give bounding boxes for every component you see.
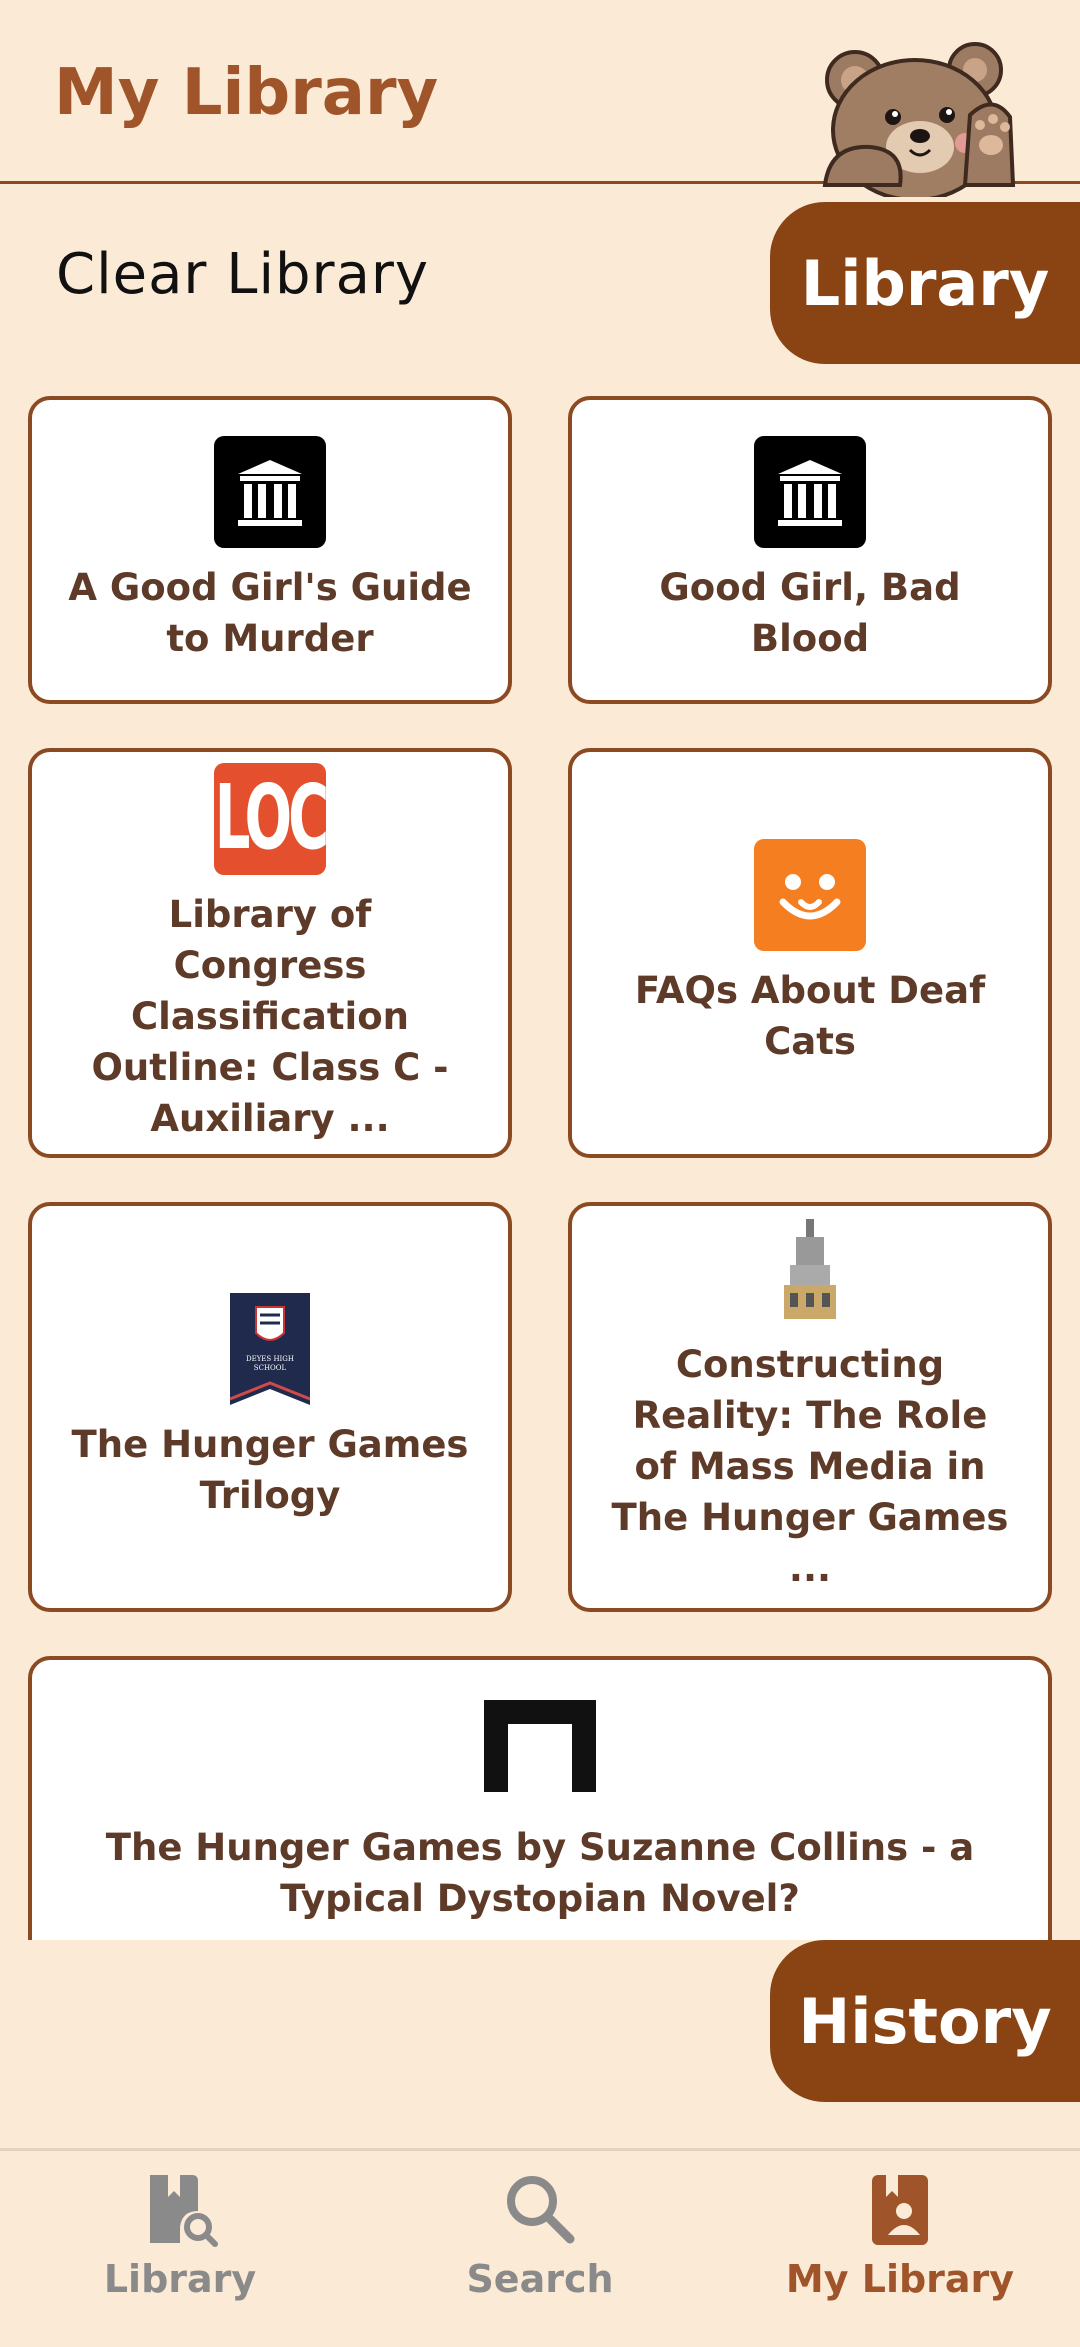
clear-library-button[interactable]: Clear Library — [56, 242, 429, 307]
bear-mascot-icon — [822, 42, 1016, 197]
search-icon — [507, 2176, 575, 2244]
arch-icon — [484, 1700, 596, 1792]
nav-search[interactable]: Search — [390, 2171, 690, 2341]
library-grid: A Good Girl's Guide to Murder Good Girl,… — [0, 384, 1080, 1940]
library-button[interactable]: Library — [770, 202, 1080, 364]
book-card[interactable]: Good Girl, Bad Blood — [568, 396, 1052, 704]
school-banner-icon: DEYES HIGH SCHOOL — [229, 1293, 311, 1405]
book-card[interactable]: LOC Library of Congress Classification O… — [28, 748, 512, 1158]
museum-icon — [754, 436, 866, 548]
book-title: The Hunger Games by Suzanne Collins - a … — [105, 1826, 975, 1920]
bottom-navigation: Library Search My Library — [0, 2148, 1080, 2347]
library-search-icon — [150, 2175, 218, 2247]
page-title: My Library — [54, 56, 439, 130]
nav-label: Library — [103, 2257, 257, 2301]
nav-my-library[interactable]: My Library — [750, 2171, 1050, 2341]
book-title: Constructing Reality: The Role of Mass M… — [611, 1342, 1009, 1590]
book-title: A Good Girl's Guide to Murder — [68, 566, 472, 660]
book-title: FAQs About Deaf Cats — [634, 969, 986, 1063]
pet-face-icon — [754, 839, 866, 951]
nav-label: My Library — [785, 2257, 1015, 2301]
book-title: Library of Congress Classification Outli… — [91, 892, 449, 1140]
my-library-icon — [872, 2175, 928, 2245]
nav-label: Search — [466, 2257, 614, 2301]
book-title: Good Girl, Bad Blood — [659, 566, 961, 660]
book-card[interactable]: The Hunger Games by Suzanne Collins - a … — [28, 1656, 1052, 1940]
nav-library[interactable]: Library — [30, 2171, 330, 2341]
book-card[interactable]: A Good Girl's Guide to Murder — [28, 396, 512, 704]
loc-logo-icon: LOC — [214, 762, 326, 875]
book-title: The Hunger Games Trilogy — [71, 1423, 469, 1517]
museum-icon — [214, 436, 326, 548]
book-card[interactable]: FAQs About Deaf Cats — [568, 748, 1052, 1158]
book-card[interactable]: DEYES HIGH SCHOOL The Hunger Games Trilo… — [28, 1202, 512, 1612]
history-button[interactable]: History — [770, 1940, 1080, 2102]
building-thumbnail-icon — [754, 1213, 866, 1325]
book-card[interactable]: Constructing Reality: The Role of Mass M… — [568, 1202, 1052, 1612]
